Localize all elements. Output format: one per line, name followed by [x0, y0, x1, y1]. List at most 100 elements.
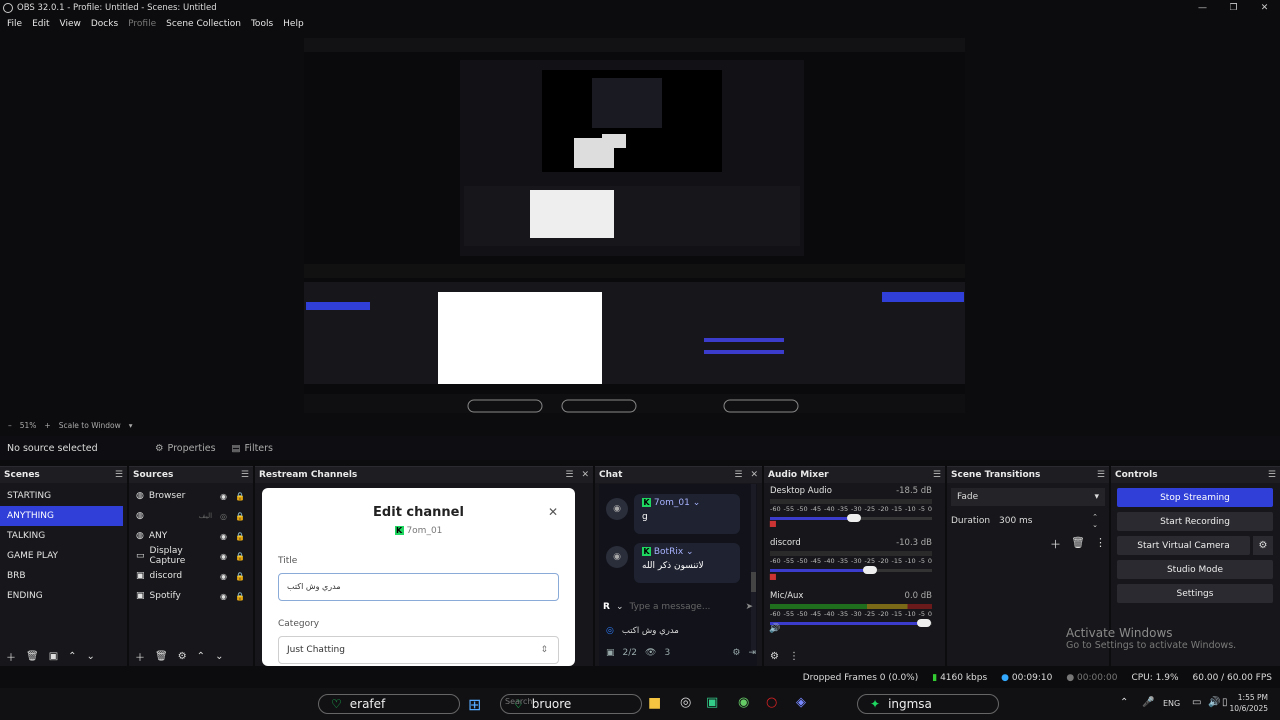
- maximize-button[interactable]: ❐: [1218, 0, 1249, 16]
- show-hidden-icons[interactable]: ⌃: [1120, 697, 1128, 708]
- discord-icon[interactable]: ◈: [796, 695, 806, 710]
- scene-item-starting[interactable]: STARTING: [0, 486, 123, 506]
- remove-scene-icon[interactable]: 🗑: [26, 651, 39, 662]
- popout-icon[interactable]: ⇥: [748, 648, 756, 658]
- scene-item-game-play[interactable]: GAME PLAY: [0, 546, 123, 566]
- mic-icon[interactable]: 🎤: [1142, 697, 1154, 708]
- eye-icon[interactable]: ◉: [220, 592, 227, 601]
- network-icon[interactable]: ▭: [1192, 697, 1201, 708]
- modal-close-icon[interactable]: ✕: [548, 505, 558, 519]
- eye-icon[interactable]: ◉: [220, 532, 227, 541]
- menu-tools[interactable]: Tools: [246, 19, 278, 29]
- speaker-icon[interactable]: 🔊: [769, 624, 780, 634]
- scroll-thumb[interactable]: [751, 572, 756, 592]
- volume-slider[interactable]: [770, 566, 932, 574]
- close-icon[interactable]: ✕: [581, 470, 589, 480]
- dock-float-icon[interactable]: ☰: [1097, 470, 1105, 480]
- source-item-hidden[interactable]: ◍ اليف ◎ 🔒: [129, 506, 253, 526]
- menu-file[interactable]: File: [2, 19, 27, 29]
- windows-start-icon[interactable]: ⊞: [468, 695, 481, 714]
- scene-filters-icon[interactable]: ▣: [49, 651, 58, 662]
- add-source-icon[interactable]: ＋: [135, 649, 145, 664]
- close-button[interactable]: ✕: [1249, 0, 1280, 16]
- filters-button[interactable]: ▤ Filters: [224, 440, 281, 457]
- send-icon[interactable]: ➤: [745, 602, 753, 612]
- gear-icon[interactable]: ⚙: [732, 648, 740, 658]
- dock-float-icon[interactable]: ☰: [734, 470, 742, 480]
- file-explorer-icon[interactable]: ■: [648, 695, 661, 711]
- lock-icon[interactable]: 🔒: [235, 552, 245, 561]
- source-item-display-capture[interactable]: ▭ Display Capture ◉ 🔒: [129, 546, 253, 566]
- start-recording-button[interactable]: Start Recording: [1117, 512, 1273, 531]
- properties-button[interactable]: ⚙ Properties: [147, 440, 224, 457]
- menu-edit[interactable]: Edit: [27, 19, 54, 29]
- lock-icon[interactable]: 🔒: [235, 512, 245, 521]
- scale-mode-dropdown[interactable]: Scale to Window: [59, 421, 121, 430]
- unlock-icon[interactable]: 🔒: [235, 592, 245, 601]
- taskbar-pill-ingmsa[interactable]: ✦ ingmsa: [857, 694, 999, 714]
- mute-icon[interactable]: ■: [769, 519, 777, 528]
- dock-float-icon[interactable]: ☰: [241, 470, 249, 480]
- chat-input[interactable]: Type a message...: [629, 602, 739, 612]
- close-icon[interactable]: ✕: [750, 470, 758, 480]
- slider-knob[interactable]: [916, 619, 931, 627]
- source-item-browser[interactable]: ◍ Browser ◉ 🔒: [129, 486, 253, 506]
- volume-icon[interactable]: 🔊: [1208, 697, 1220, 708]
- language-indicator[interactable]: ENG: [1163, 699, 1180, 708]
- slider-knob[interactable]: [863, 566, 878, 574]
- lock-icon[interactable]: 🔒: [235, 572, 245, 581]
- dock-float-icon[interactable]: ☰: [933, 470, 941, 480]
- preview-canvas[interactable]: [304, 38, 965, 413]
- add-transition-icon[interactable]: ＋: [1050, 536, 1061, 552]
- lock-icon[interactable]: 🔒: [235, 532, 245, 541]
- slider-knob[interactable]: [847, 514, 862, 522]
- scene-item-brb[interactable]: BRB: [0, 566, 123, 586]
- minimize-button[interactable]: —: [1187, 0, 1218, 16]
- more-options-icon[interactable]: ⋮: [1095, 536, 1106, 552]
- menu-scene-collection[interactable]: Scene Collection: [161, 19, 246, 29]
- zoom-out-button[interactable]: –: [8, 421, 12, 430]
- lock-icon[interactable]: 🔒: [235, 492, 245, 501]
- volume-slider[interactable]: [770, 619, 932, 627]
- eye-hidden-icon[interactable]: ◎: [220, 512, 227, 521]
- title-input[interactable]: مدري وش اكتب: [278, 573, 559, 601]
- source-item-any[interactable]: ◍ ANY ◉ 🔒: [129, 526, 253, 546]
- menu-profile[interactable]: Profile: [123, 19, 161, 29]
- chat-username[interactable]: 7om_01: [654, 498, 690, 508]
- dock-float-icon[interactable]: ☰: [565, 470, 573, 480]
- studio-mode-button[interactable]: Studio Mode: [1117, 560, 1273, 579]
- eye-icon[interactable]: ◉: [220, 552, 227, 561]
- chat-username[interactable]: BotRix: [654, 547, 683, 557]
- volume-slider[interactable]: [770, 514, 932, 522]
- scene-item-ending[interactable]: ENDING: [0, 586, 123, 606]
- eye-icon[interactable]: ◉: [220, 492, 227, 501]
- xbox-icon[interactable]: ◉: [738, 695, 749, 710]
- clock[interactable]: 1:55 PM 10/6/2025: [1228, 692, 1268, 714]
- taskbar-pill-erafef[interactable]: ♡ erafef: [318, 694, 460, 714]
- duration-input[interactable]: 300 ms ⌃ ⌄: [994, 512, 1104, 530]
- menu-help[interactable]: Help: [278, 19, 309, 29]
- settings-button[interactable]: Settings: [1117, 584, 1273, 603]
- opera-icon[interactable]: ○: [766, 695, 777, 710]
- scene-item-talking[interactable]: TALKING: [0, 526, 123, 546]
- restream-platform-icon[interactable]: R: [603, 602, 610, 612]
- mute-icon[interactable]: ■: [769, 572, 777, 581]
- stop-streaming-button[interactable]: Stop Streaming: [1117, 488, 1273, 507]
- app-icon[interactable]: ▣: [706, 695, 718, 710]
- menu-docks[interactable]: Docks: [86, 19, 123, 29]
- remove-transition-icon[interactable]: 🗑: [1071, 536, 1085, 552]
- remove-source-icon[interactable]: 🗑: [155, 651, 168, 662]
- menu-view[interactable]: View: [55, 19, 86, 29]
- source-item-discord[interactable]: ▣ discord ◉ 🔒: [129, 566, 253, 586]
- chevron-down-icon[interactable]: ⌄: [616, 602, 624, 612]
- gear-icon[interactable]: ⚙: [770, 651, 779, 662]
- chevron-down-icon[interactable]: ▾: [129, 421, 133, 430]
- move-down-icon[interactable]: ⌄: [87, 651, 95, 662]
- search-box[interactable]: Search: [505, 697, 532, 706]
- source-settings-icon[interactable]: ⚙: [178, 651, 187, 662]
- battery-icon[interactable]: ▯: [1222, 697, 1228, 708]
- scene-item-anything[interactable]: ANYTHING: [0, 506, 123, 526]
- move-up-icon[interactable]: ⌃: [197, 651, 205, 662]
- move-up-icon[interactable]: ⌃: [68, 651, 76, 662]
- source-item-spotify[interactable]: ▣ Spotify ◉ 🔒: [129, 586, 253, 606]
